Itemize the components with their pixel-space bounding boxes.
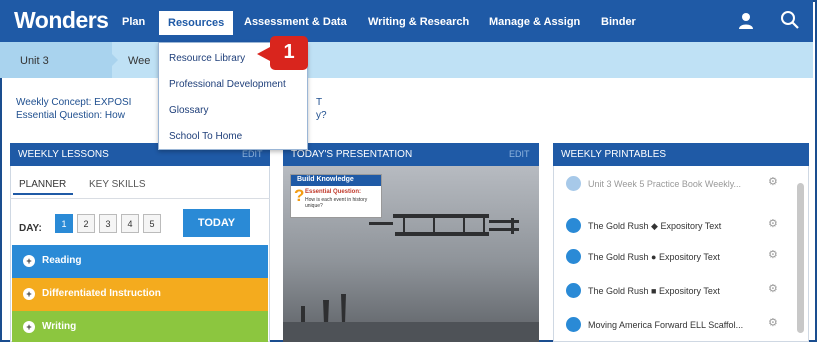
printable-icon <box>566 317 581 332</box>
printable-item-3[interactable]: The Gold Rush ● Expository Text <box>588 252 720 262</box>
nav-resources[interactable]: Resources <box>159 11 234 35</box>
section-reading[interactable]: + Reading <box>12 245 268 278</box>
presentation-title: TODAY'S PRESENTATION <box>291 149 413 160</box>
nav-writing-research[interactable]: Writing & Research <box>368 16 469 28</box>
weekly-lessons-title: WEEKLY LESSONS <box>18 149 109 160</box>
wonders-logo[interactable]: Wonders <box>14 7 109 34</box>
user-icon[interactable] <box>738 12 754 35</box>
build-knowledge-title: Build Knowledge <box>291 175 381 186</box>
day-2-button[interactable]: 2 <box>77 214 95 233</box>
menu-item-professional-development[interactable]: Professional Development <box>169 79 286 90</box>
top-nav: Wonders Plan Resources Assessment & Data… <box>0 0 813 42</box>
weekly-concept: Weekly Concept: EXPOSI <box>16 97 132 108</box>
today-button[interactable]: TODAY <box>183 209 250 237</box>
tab-planner-underline <box>13 193 73 195</box>
day-5-button[interactable]: 5 <box>143 214 161 233</box>
breadcrumb-week-label[interactable]: Wee <box>128 55 150 67</box>
question-mark-icon: ? <box>294 186 305 205</box>
weekly-printables-panel <box>553 143 809 342</box>
breadcrumb-unit-label[interactable]: Unit 3 <box>20 55 49 67</box>
printable-item-2[interactable]: The Gold Rush ◆ Expository Text <box>588 221 721 232</box>
tab-planner[interactable]: PLANNER <box>19 179 66 190</box>
tabs-divider <box>10 198 270 199</box>
printable-icon <box>566 218 581 233</box>
weekly-lessons-edit[interactable]: EDIT <box>242 149 263 159</box>
menu-item-glossary[interactable]: Glossary <box>169 105 208 116</box>
expand-icon: + <box>23 321 35 333</box>
build-knowledge-card: Build Knowledge ? Essential Question: Ho… <box>290 174 382 218</box>
step-callout-badge: 1 <box>270 36 308 70</box>
essential-question-text: How is each event in history unique? <box>305 197 368 209</box>
printables-header: WEEKLY PRINTABLES <box>553 143 809 166</box>
gear-icon[interactable]: ⚙ <box>768 282 778 295</box>
expand-icon: + <box>23 288 35 300</box>
printable-icon <box>566 176 581 191</box>
printable-icon <box>566 249 581 264</box>
essential-question-label: Essential Question: <box>305 189 362 195</box>
essential-question-tail: y? <box>316 110 327 121</box>
nav-assessment-data[interactable]: Assessment & Data <box>244 16 347 28</box>
breadcrumb: Unit 3 Wee <box>0 42 813 78</box>
day-label: DAY: <box>19 223 42 234</box>
day-3-button[interactable]: 3 <box>99 214 117 233</box>
expand-icon: + <box>23 255 35 267</box>
nav-binder[interactable]: Binder <box>601 16 636 28</box>
tab-key-skills[interactable]: KEY SKILLS <box>89 179 146 190</box>
presentation-edit[interactable]: EDIT <box>509 149 530 159</box>
section-differentiated-label: Differentiated Instruction <box>42 288 161 299</box>
menu-item-resource-library[interactable]: Resource Library <box>169 53 245 64</box>
gear-icon[interactable]: ⚙ <box>768 248 778 261</box>
presentation-header: TODAY'S PRESENTATION EDIT <box>283 143 539 166</box>
printable-item-4[interactable]: The Gold Rush ■ Expository Text <box>588 286 720 296</box>
day-1-button[interactable]: 1 <box>55 214 73 233</box>
day-4-button[interactable]: 4 <box>121 214 139 233</box>
printable-item-1[interactable]: Unit 3 Week 5 Practice Book Weekly... <box>588 179 741 189</box>
printables-scrollbar[interactable] <box>797 183 804 333</box>
section-differentiated-instruction[interactable]: + Differentiated Instruction <box>12 278 268 311</box>
printable-item-5[interactable]: Moving America Forward ELL Scaffol... <box>588 320 743 330</box>
breadcrumb-unit[interactable] <box>0 42 112 78</box>
nav-plan[interactable]: Plan <box>122 16 145 28</box>
section-writing[interactable]: + Writing <box>12 311 268 342</box>
section-writing-label: Writing <box>42 321 77 332</box>
essential-question: Essential Question: How <box>16 110 125 121</box>
section-reading-label: Reading <box>42 255 82 266</box>
printable-icon <box>566 283 581 298</box>
nav-manage-assign[interactable]: Manage & Assign <box>489 16 580 28</box>
printables-title: WEEKLY PRINTABLES <box>561 149 667 160</box>
gear-icon[interactable]: ⚙ <box>768 175 778 188</box>
breadcrumb-arrow <box>100 42 118 78</box>
search-icon[interactable] <box>780 10 800 35</box>
weekly-concept-tail: T <box>316 97 323 108</box>
menu-item-school-to-home[interactable]: School To Home <box>169 131 242 142</box>
callout-pointer <box>257 47 270 61</box>
gear-icon[interactable]: ⚙ <box>768 217 778 230</box>
gear-icon[interactable]: ⚙ <box>768 316 778 329</box>
